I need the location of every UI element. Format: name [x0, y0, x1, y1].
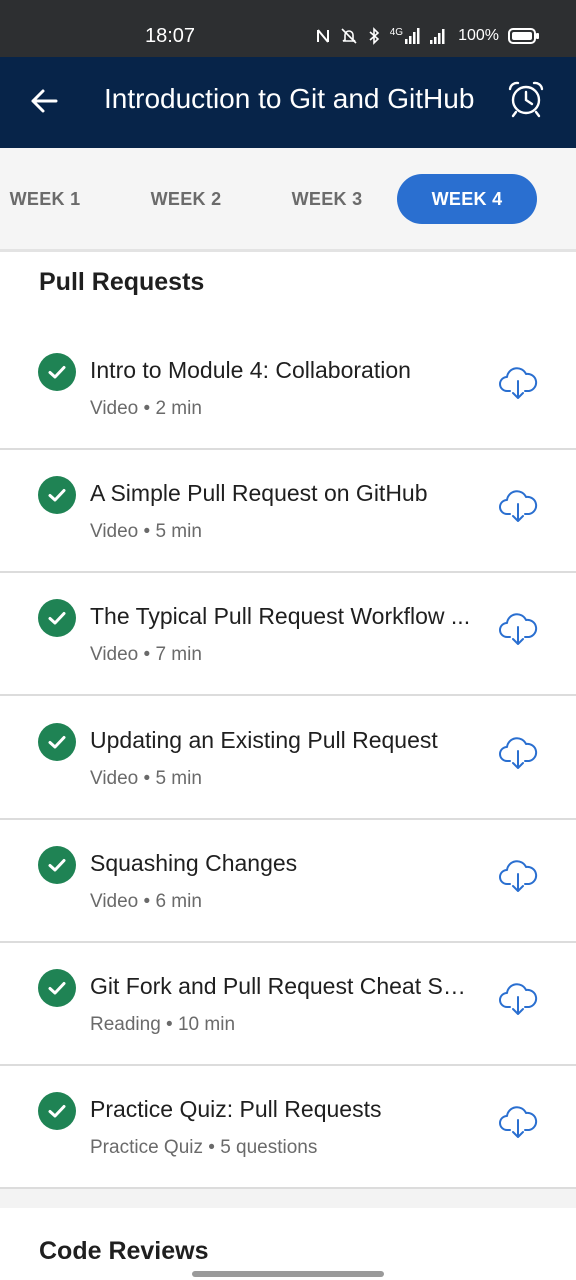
cloud-download-icon: [498, 488, 538, 529]
download-button[interactable]: [496, 981, 540, 1021]
completed-check-icon: [38, 846, 76, 884]
completed-check-icon: [38, 476, 76, 514]
download-button[interactable]: [496, 611, 540, 651]
cloud-download-icon: [498, 1104, 538, 1145]
item-title: Squashing Changes: [90, 850, 298, 876]
cloud-download-icon: [498, 858, 538, 899]
list-item[interactable]: A Simple Pull Request on GitHub Video • 5…: [0, 450, 576, 573]
item-meta: Video • 5 min: [90, 521, 202, 542]
list-item[interactable]: Intro to Module 4: Collaboration Video • …: [0, 327, 576, 450]
completed-check-icon: [38, 599, 76, 637]
tab-week-4[interactable]: WEEK 4: [397, 174, 537, 224]
section-divider: [0, 1189, 576, 1208]
download-button[interactable]: [496, 735, 540, 775]
item-meta: Video • 5 min: [90, 768, 202, 789]
download-button[interactable]: [496, 858, 540, 898]
section-title-code-reviews: Code Reviews: [39, 1237, 209, 1265]
item-meta: Video • 6 min: [90, 891, 202, 912]
tab-week-1[interactable]: WEEK 1: [0, 174, 90, 224]
completed-check-icon: [38, 353, 76, 391]
item-meta: Video • 2 min: [90, 398, 202, 419]
battery-percent: 100%: [458, 27, 499, 44]
completed-check-icon: [38, 1092, 76, 1130]
signal-4g-icon: 4G: [390, 28, 420, 44]
app-bar: Introduction to Git and GitHub: [0, 57, 576, 148]
week-tabs: WEEK 1 WEEK 2 WEEK 3 WEEK 4: [0, 148, 576, 252]
status-icons: 4G 100%: [315, 22, 540, 50]
page-title: Introduction to Git and GitHub: [104, 83, 475, 114]
mute-icon: [340, 27, 358, 45]
tab-week-2[interactable]: WEEK 2: [141, 174, 231, 224]
cloud-download-icon: [498, 365, 538, 406]
item-title: Intro to Module 4: Collaboration: [90, 357, 411, 383]
cloud-download-icon: [498, 735, 538, 776]
signal-icon: [429, 28, 447, 44]
item-title: Practice Quiz: Pull Requests: [90, 1096, 382, 1122]
list-item[interactable]: Practice Quiz: Pull Requests Practice Qui…: [0, 1066, 576, 1189]
arrow-left-icon: [29, 86, 59, 121]
cloud-download-icon: [498, 981, 538, 1022]
list-item[interactable]: Updating an Existing Pull Request Video •…: [0, 697, 576, 820]
download-button[interactable]: [496, 365, 540, 405]
list-item[interactable]: Git Fork and Pull Request Cheat Sh... Rea…: [0, 943, 576, 1066]
cloud-download-icon: [498, 611, 538, 652]
item-meta: Reading • 10 min: [90, 1014, 236, 1035]
item-title: Git Fork and Pull Request Cheat Sh...: [90, 973, 474, 999]
item-title: Updating an Existing Pull Request: [90, 727, 438, 753]
back-button[interactable]: [22, 81, 66, 125]
bluetooth-icon: [367, 27, 381, 45]
completed-check-icon: [38, 723, 76, 761]
completed-check-icon: [38, 969, 76, 1007]
item-title: The Typical Pull Request Workflow ...: [90, 603, 471, 629]
download-button[interactable]: [496, 488, 540, 528]
item-meta: Video • 7 min: [90, 644, 202, 665]
gesture-nav-handle[interactable]: [192, 1271, 384, 1277]
status-bar: 18:07 4G 100%: [0, 0, 576, 57]
item-title: A Simple Pull Request on GitHub: [90, 480, 428, 506]
list-item[interactable]: Squashing Changes Video • 6 min: [0, 820, 576, 943]
section-title-pull-requests: Pull Requests: [39, 268, 205, 296]
status-time: 18:07: [145, 25, 196, 47]
item-meta: Practice Quiz • 5 questions: [90, 1137, 318, 1158]
download-button[interactable]: [496, 1104, 540, 1144]
reminder-button[interactable]: [504, 79, 548, 123]
list-item[interactable]: The Typical Pull Request Workflow ... Vid…: [0, 573, 576, 696]
nfc-icon: [315, 27, 331, 45]
battery-icon: [508, 27, 540, 45]
tab-week-3[interactable]: WEEK 3: [282, 174, 372, 224]
alarm-clock-icon: [506, 79, 546, 124]
